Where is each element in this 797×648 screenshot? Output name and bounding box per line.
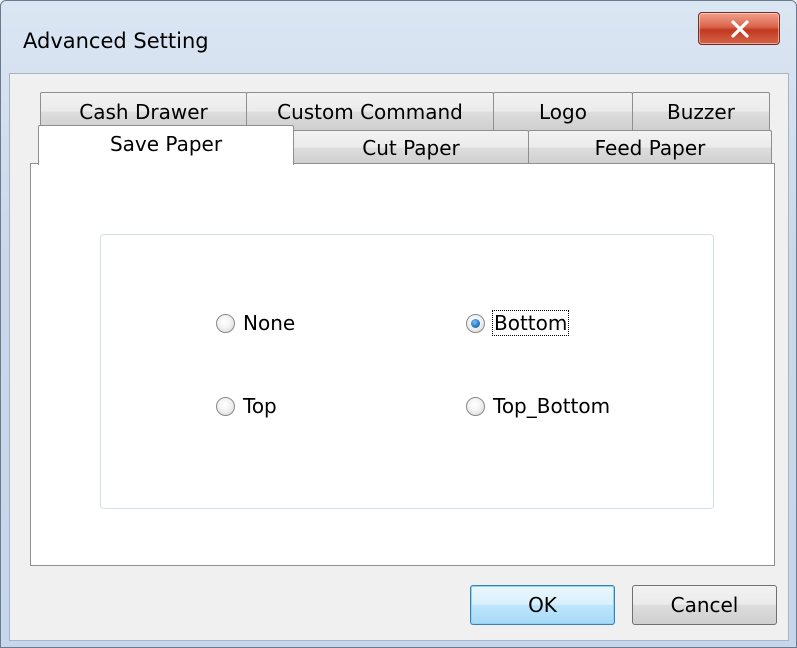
tab-logo[interactable]: Logo: [493, 92, 633, 130]
cancel-button-label: Cancel: [670, 593, 739, 617]
tab-feed-paper[interactable]: Feed Paper: [528, 130, 772, 164]
radio-top-label: Top: [243, 394, 277, 418]
radio-top-circle[interactable]: [216, 396, 235, 416]
tab-buzzer[interactable]: Buzzer: [632, 92, 770, 130]
tab-cut-paper[interactable]: Cut Paper: [293, 130, 529, 164]
tab-label: Cash Drawer: [79, 100, 208, 124]
title-bar[interactable]: Advanced Setting: [1, 1, 797, 73]
radio-top[interactable]: Top: [216, 392, 277, 420]
tab-label: Feed Paper: [594, 136, 706, 160]
radio-none[interactable]: None: [216, 309, 295, 337]
radio-none-circle[interactable]: [216, 313, 235, 333]
ok-button-label: OK: [528, 593, 557, 617]
window-title: Advanced Setting: [23, 29, 209, 53]
tab-label: Save Paper: [109, 132, 223, 156]
tab-label: Buzzer: [667, 100, 735, 124]
tab-label: Cut Paper: [362, 136, 460, 160]
radio-top-bottom[interactable]: Top_Bottom: [466, 392, 610, 420]
save-paper-group-box: None Bottom Top Top_Bottom: [100, 234, 714, 509]
tab-label: Logo: [539, 100, 587, 124]
radio-top-bottom-label: Top_Bottom: [493, 394, 611, 418]
radio-bottom-circle[interactable]: [466, 313, 485, 333]
radio-top-bottom-circle[interactable]: [466, 396, 485, 416]
close-x-icon: [731, 20, 749, 38]
radio-bottom[interactable]: Bottom: [466, 309, 570, 337]
radio-bottom-label: Bottom: [491, 310, 570, 336]
advanced-setting-dialog: Advanced Setting Cash Drawer Custom Comm…: [0, 0, 797, 648]
tab-save-paper[interactable]: Save Paper: [38, 125, 294, 165]
ok-button[interactable]: OK: [470, 585, 615, 625]
close-button[interactable]: [698, 12, 780, 45]
tab-label: Custom Command: [277, 100, 463, 124]
radio-none-label: None: [243, 311, 296, 335]
cancel-button[interactable]: Cancel: [632, 585, 777, 625]
save-paper-panel: None Bottom Top Top_Bottom: [30, 163, 775, 566]
